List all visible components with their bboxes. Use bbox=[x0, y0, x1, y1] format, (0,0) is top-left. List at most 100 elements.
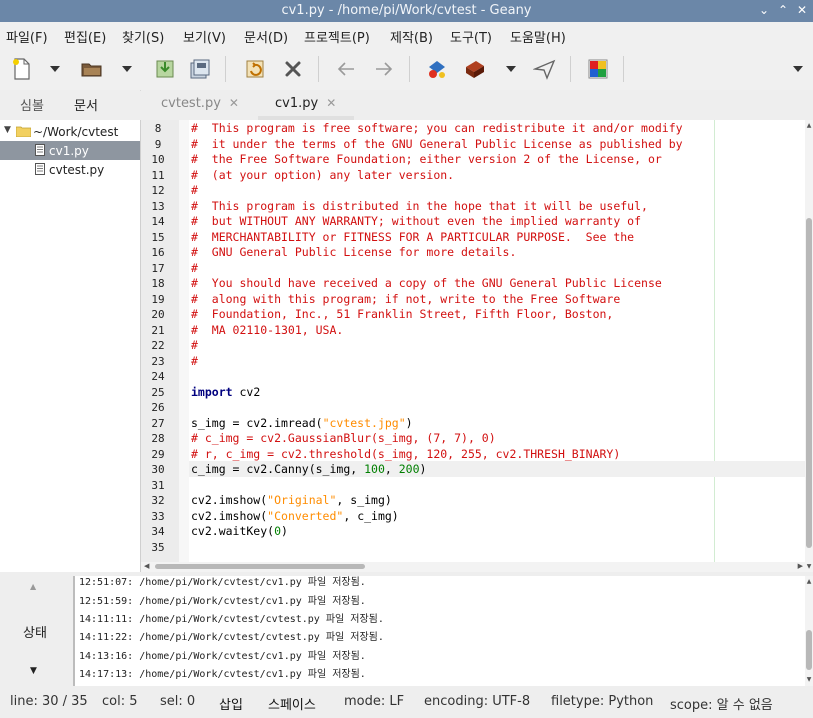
code-line[interactable]: # r, c_img = cv2.threshold(s_img, 120, 2… bbox=[191, 447, 803, 463]
code-text: s_img = cv2.imread( bbox=[191, 415, 323, 430]
code-line[interactable]: cv2.imshow("Converted", c_img) bbox=[191, 509, 803, 525]
code-line[interactable]: # but WITHOUT ANY WARRANTY; without even… bbox=[191, 214, 803, 230]
folder-label: ~/Work/cvtest bbox=[33, 125, 119, 139]
code-line[interactable]: import cv2 bbox=[191, 385, 803, 401]
code-text: , c_img) bbox=[343, 508, 399, 523]
menu-document[interactable]: 문서(D) bbox=[244, 27, 288, 46]
build-icon[interactable] bbox=[463, 57, 487, 81]
forward-arrow-icon[interactable] bbox=[372, 57, 396, 81]
code-line[interactable]: # along with this program; if not, write… bbox=[191, 292, 803, 308]
tab-cv1-py[interactable]: cv1.py ✕ bbox=[275, 96, 336, 111]
code-line[interactable]: # bbox=[191, 261, 803, 277]
line-number-gutter: 8 9 10 11 12 13 14 15 16 17 18 19 20 21 22 23 24 25 26 27 28… bbox=[141, 120, 180, 562]
editor-horizontal-scrollbar[interactable]: ◀ ▶ bbox=[141, 562, 805, 572]
message-scrollbar[interactable]: ▲ ▼ bbox=[805, 576, 813, 686]
close-tab-icon[interactable]: ✕ bbox=[326, 96, 336, 110]
save-all-icon[interactable] bbox=[188, 57, 212, 81]
code-line[interactable]: # GNU General Public License for more de… bbox=[191, 245, 803, 261]
code-line[interactable]: # MERCHANTABILITY or FITNESS FOR A PARTI… bbox=[191, 230, 803, 246]
menu-tools[interactable]: 도구(T) bbox=[450, 27, 492, 46]
tree-file-row[interactable]: cvtest.py bbox=[0, 160, 140, 179]
revert-icon[interactable] bbox=[243, 57, 267, 81]
window-title: cv1.py - /home/pi/Work/cvtest - Geany bbox=[281, 3, 532, 18]
code-comment: # bbox=[191, 338, 198, 352]
tab-documents[interactable]: 문서 bbox=[74, 95, 98, 114]
build-dropdown-icon[interactable] bbox=[506, 66, 516, 72]
scroll-down-icon[interactable]: ▼ bbox=[805, 563, 813, 570]
code-line[interactable]: # MA 02110-1301, USA. bbox=[191, 323, 803, 339]
line-number: 32 bbox=[151, 494, 165, 507]
code-comment: # along with this program; if not, write… bbox=[191, 291, 621, 306]
tree-file-row[interactable]: cv1.py bbox=[0, 141, 140, 160]
scroll-thumb[interactable] bbox=[155, 564, 365, 569]
status-scope: scope: 알 수 없음 bbox=[670, 698, 773, 713]
scroll-thumb[interactable] bbox=[806, 630, 812, 670]
scroll-thumb[interactable] bbox=[806, 218, 812, 548]
code-line[interactable]: # This program is free software; you can… bbox=[191, 121, 803, 137]
tab-scroll-down-icon[interactable]: ▼ bbox=[30, 666, 37, 676]
close-file-icon[interactable] bbox=[281, 57, 305, 81]
menu-search[interactable]: 찾기(S) bbox=[122, 27, 164, 46]
menu-bar: 파일(F) 편집(E) 찾기(S) 보기(V) 문서(D) 프로젝트(P) 제작… bbox=[0, 22, 813, 48]
code-keyword: import bbox=[191, 384, 233, 399]
new-file-icon[interactable] bbox=[10, 57, 34, 81]
open-file-dropdown-icon[interactable] bbox=[122, 66, 132, 72]
open-file-icon[interactable] bbox=[80, 57, 104, 81]
scroll-left-icon[interactable]: ◀ bbox=[144, 562, 149, 570]
code-line[interactable]: # the Free Software Foundation; either v… bbox=[191, 152, 803, 168]
code-comment: # (at your option) any later version. bbox=[191, 167, 455, 182]
code-comment: # r, c_img = cv2.threshold(s_img, 120, 2… bbox=[191, 446, 621, 461]
minimize-button[interactable]: ⌄ bbox=[756, 3, 772, 17]
code-line[interactable]: cv2.waitKey(0) bbox=[191, 524, 803, 540]
scroll-down-icon[interactable]: ▼ bbox=[805, 676, 813, 683]
expander-down-icon[interactable]: ▼ bbox=[4, 125, 11, 135]
color-chooser-icon[interactable] bbox=[586, 57, 610, 81]
code-line[interactable]: # This program is distributed in the hop… bbox=[191, 199, 803, 215]
scroll-up-icon[interactable]: ▲ bbox=[805, 122, 813, 129]
code-line[interactable]: s_img = cv2.imread("cvtest.jpg") bbox=[191, 416, 803, 432]
save-icon[interactable] bbox=[153, 57, 177, 81]
maximize-button[interactable]: ⌃ bbox=[775, 3, 791, 17]
line-number: 19 bbox=[151, 292, 165, 306]
menu-edit[interactable]: 편집(E) bbox=[64, 27, 106, 46]
folder-icon bbox=[15, 126, 32, 140]
compile-icon[interactable] bbox=[425, 57, 449, 81]
code-line[interactable]: # bbox=[191, 338, 803, 354]
new-file-dropdown-icon[interactable] bbox=[50, 66, 60, 72]
code-line[interactable]: # c_img = cv2.GaussianBlur(s_img, (7, 7)… bbox=[191, 431, 803, 447]
scroll-right-icon[interactable]: ▶ bbox=[798, 562, 803, 570]
code-line[interactable]: c_img = cv2.Canny(s_img, 100, 200) bbox=[191, 462, 803, 478]
code-line[interactable]: # You should have received a copy of the… bbox=[191, 276, 803, 292]
menu-help[interactable]: 도움말(H) bbox=[510, 27, 566, 46]
file-label: cv1.py bbox=[49, 144, 89, 158]
status-message: 14:11:22: /home/pi/Work/cvtest/cvtest.py… bbox=[79, 632, 384, 643]
tab-symbols[interactable]: 심볼 bbox=[20, 95, 44, 114]
close-window-button[interactable]: ✕ bbox=[794, 3, 810, 17]
code-line[interactable]: # (at your option) any later version. bbox=[191, 168, 803, 184]
code-editor[interactable]: 8 9 10 11 12 13 14 15 16 17 18 19 20 21 22 23 24 25 26 27 28… bbox=[141, 120, 805, 562]
fold-margin bbox=[179, 120, 189, 562]
code-line[interactable]: # bbox=[191, 354, 803, 370]
menu-build[interactable]: 제작(B) bbox=[390, 27, 433, 46]
code-line[interactable]: # it under the terms of the GNU General … bbox=[191, 137, 803, 153]
tab-status[interactable]: 상태 bbox=[23, 622, 47, 641]
line-number: 26 bbox=[151, 401, 165, 414]
toolbar-separator bbox=[409, 56, 410, 82]
code-comment: # MERCHANTABILITY or FITNESS FOR A PARTI… bbox=[191, 229, 635, 244]
menu-project[interactable]: 프로젝트(P) bbox=[304, 27, 370, 46]
editor-vertical-scrollbar[interactable]: ▲ ▼ bbox=[805, 120, 813, 572]
tab-cvtest-py[interactable]: cvtest.py ✕ bbox=[161, 96, 239, 111]
line-number: 24 bbox=[151, 370, 165, 383]
tab-scroll-up-icon[interactable]: ▲ bbox=[30, 582, 36, 591]
code-line[interactable]: # bbox=[191, 183, 803, 199]
toolbar-overflow-icon[interactable] bbox=[793, 66, 803, 72]
code-line[interactable]: # Foundation, Inc., 51 Franklin Street, … bbox=[191, 307, 803, 323]
back-arrow-icon[interactable] bbox=[334, 57, 358, 81]
scroll-up-icon[interactable]: ▲ bbox=[805, 578, 813, 585]
menu-view[interactable]: 보기(V) bbox=[183, 27, 226, 46]
code-line[interactable]: cv2.imshow("Original", s_img) bbox=[191, 493, 803, 509]
tree-folder-row[interactable]: ▼ ~/Work/cvtest bbox=[0, 122, 140, 141]
menu-file[interactable]: 파일(F) bbox=[6, 27, 48, 46]
close-tab-icon[interactable]: ✕ bbox=[229, 96, 239, 110]
execute-icon[interactable] bbox=[532, 57, 557, 81]
